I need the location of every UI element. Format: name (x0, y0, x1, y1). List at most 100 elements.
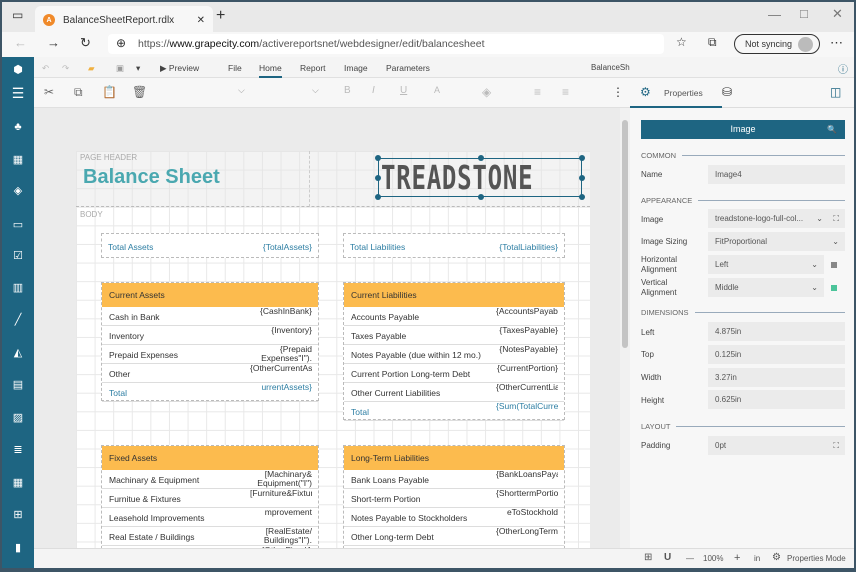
page-header-section[interactable]: PAGE HEADER Balance Sheet TREADSTONE (76, 151, 590, 207)
subreport-tool-icon[interactable]: ▤ (2, 374, 34, 394)
search-icon[interactable]: 🔍 (827, 120, 837, 139)
halign-dropdown[interactable]: Left⌄ (708, 255, 824, 274)
textbox-tool-icon[interactable]: ▭ (2, 214, 34, 234)
forward-icon[interactable]: → (47, 35, 60, 50)
matrix-tool-icon[interactable]: ⊞ (2, 504, 34, 524)
table-header-row[interactable]: Fixed Assets (102, 446, 318, 470)
table-tool-icon[interactable]: ▥ (2, 277, 34, 297)
close-window-icon[interactable]: ✕ (832, 6, 843, 22)
chart-tool-icon[interactable]: ▮ (2, 537, 34, 557)
url-input[interactable]: ⊕ https://www.grapecity.com/activereport… (108, 34, 664, 54)
table-row[interactable]: Machinary & Equipment[Machinary& Equipme… (102, 470, 318, 489)
resize-handle[interactable] (375, 175, 381, 181)
more-options-icon[interactable]: ⋮ (612, 85, 624, 99)
zoom-out-button[interactable]: — (686, 554, 694, 563)
tab-report[interactable]: Report (300, 63, 326, 73)
fill-color-icon[interactable]: ◈ (482, 85, 491, 99)
table-row[interactable]: Short-term Portion{ShorttermPortion} (344, 489, 564, 508)
favorites-icon[interactable]: ☆ (676, 35, 687, 49)
collapse-panel-icon[interactable]: ◫ (830, 85, 841, 99)
italic-button[interactable]: I (372, 85, 375, 96)
height-field[interactable]: 0.625in (708, 390, 845, 409)
menu-icon[interactable]: ☰ (2, 83, 34, 103)
table-header-row[interactable]: Long-Term Liabilities (344, 446, 564, 470)
total-liabilities-box[interactable]: Total Liabilities {TotalLiabilities} (343, 233, 565, 258)
sync-button[interactable]: Not syncing (734, 34, 820, 54)
save-menu-icon[interactable]: ▾ (136, 63, 140, 74)
table-row[interactable]: TotalurrentAssets} (102, 383, 318, 402)
total-assets-box[interactable]: Total Assets {TotalAssets} (101, 233, 319, 258)
font-family-dropdown[interactable]: ⌵ (238, 85, 245, 96)
table-row[interactable]: Current Portion Long-term Debt{CurrentPo… (344, 364, 564, 383)
report-explorer-icon[interactable]: ♣ (2, 117, 34, 137)
resize-handle[interactable] (579, 155, 585, 161)
resize-handle[interactable] (478, 155, 484, 161)
padding-field[interactable]: 0pt⛶ (708, 436, 845, 455)
delete-icon[interactable]: 🗑 (132, 85, 147, 99)
selected-object-header[interactable]: Image🔍 (641, 120, 845, 139)
logo-image[interactable]: TREADSTONE (378, 158, 582, 197)
scrollbar-thumb[interactable] (622, 120, 628, 348)
halign-indicator[interactable] (831, 262, 837, 268)
expand-icon[interactable]: ⛶ (833, 209, 839, 228)
align-center-icon[interactable]: ≡ (562, 85, 569, 99)
table-row[interactable]: Real Estate / Buildings[RealEstate/ Buil… (102, 527, 318, 546)
paste-icon[interactable]: 📋 (102, 85, 117, 99)
list-tool-icon[interactable]: ≣ (2, 439, 34, 459)
layers-icon[interactable]: ◈ (2, 180, 34, 200)
resize-handle[interactable] (579, 175, 585, 181)
top-field[interactable]: 0.125in (708, 345, 845, 364)
report-title[interactable]: Balance Sheet (83, 166, 220, 189)
table-row[interactable]: Bank Loans Payable{BankLoansPayable} (344, 470, 564, 489)
back-icon[interactable]: ← (14, 35, 27, 50)
table-row[interactable]: Notes Payable to StockholderseToStockhol… (344, 508, 564, 527)
more-icon[interactable]: ⋯ (830, 35, 843, 51)
resize-handle[interactable] (579, 194, 585, 200)
reload-icon[interactable]: ↻ (80, 35, 91, 51)
font-color-button[interactable]: A (434, 85, 440, 95)
close-tab-icon[interactable]: ✕ (197, 15, 205, 26)
report-table[interactable]: Fixed AssetsMachinary & Equipment[Machin… (101, 445, 319, 548)
cut-icon[interactable]: ✂ (44, 85, 54, 99)
report-page[interactable]: PAGE HEADER Balance Sheet TREADSTONE BOD… (76, 151, 590, 548)
table-row[interactable]: Furnitue & Fixtures[Furniture&Fixtures"I… (102, 489, 318, 508)
table-row[interactable]: Inventory{Inventory} (102, 326, 318, 345)
zoom-in-button[interactable]: + (734, 552, 740, 564)
tablix-tool-icon[interactable]: ▦ (2, 472, 34, 492)
report-table[interactable]: Long-Term LiabilitiesBank Loans Payable{… (343, 445, 565, 548)
resize-handle[interactable] (375, 155, 381, 161)
tab-properties[interactable]: ⚙ Properties (630, 78, 722, 108)
units-selector[interactable]: in (754, 554, 760, 563)
shape-tool-icon[interactable]: ◭ (2, 342, 34, 362)
group-editor-icon[interactable]: ▦ (2, 149, 34, 169)
browser-tab[interactable]: A BalanceSheetReport.rdlx ✕ (35, 6, 213, 34)
collections-icon[interactable]: ⧉ (708, 35, 717, 50)
properties-mode-button[interactable]: Properties Mode (787, 554, 846, 563)
design-canvas[interactable]: PAGE HEADER Balance Sheet TREADSTONE BOD… (34, 108, 620, 548)
resize-handle[interactable] (478, 194, 484, 200)
new-tab-icon[interactable]: + (216, 7, 225, 25)
table-row[interactable]: Taxes Payable{TaxesPayable} (344, 326, 564, 345)
resize-handle[interactable] (375, 194, 381, 200)
left-field[interactable]: 4.875in (708, 322, 845, 341)
checkbox-tool-icon[interactable]: ☑ (2, 245, 34, 265)
data-sources-icon[interactable]: ⛁ (722, 85, 732, 99)
table-row[interactable]: Leasehold Improvementsmprovement (102, 508, 318, 527)
image-tool-icon[interactable]: ▨ (2, 407, 34, 427)
valign-indicator[interactable] (831, 285, 837, 291)
redo-icon[interactable]: ↷ (62, 63, 69, 74)
info-icon[interactable]: ⓘ (838, 61, 848, 76)
tab-parameters[interactable]: Parameters (386, 63, 430, 73)
minimize-icon[interactable]: — (768, 7, 781, 22)
underline-button[interactable]: U (400, 85, 407, 96)
maximize-icon[interactable]: □ (800, 6, 808, 21)
width-field[interactable]: 3.27in (708, 368, 845, 387)
image-dropdown[interactable]: treadstone-logo-full-col...⌄⛶ (708, 209, 845, 228)
expand-icon[interactable]: ⛶ (833, 436, 839, 455)
snap-magnet-icon[interactable]: U (664, 552, 671, 563)
report-table[interactable]: Current AssetsCash in Bank{CashInBank}In… (101, 282, 319, 401)
tab-home[interactable]: Home (259, 63, 282, 78)
table-row[interactable]: Other Current Liabilities{OtherCurrentLi… (344, 383, 564, 402)
tab-image[interactable]: Image (344, 63, 368, 73)
table-row[interactable]: Other Long-term Debt{OtherLongTermDebt} (344, 527, 564, 546)
